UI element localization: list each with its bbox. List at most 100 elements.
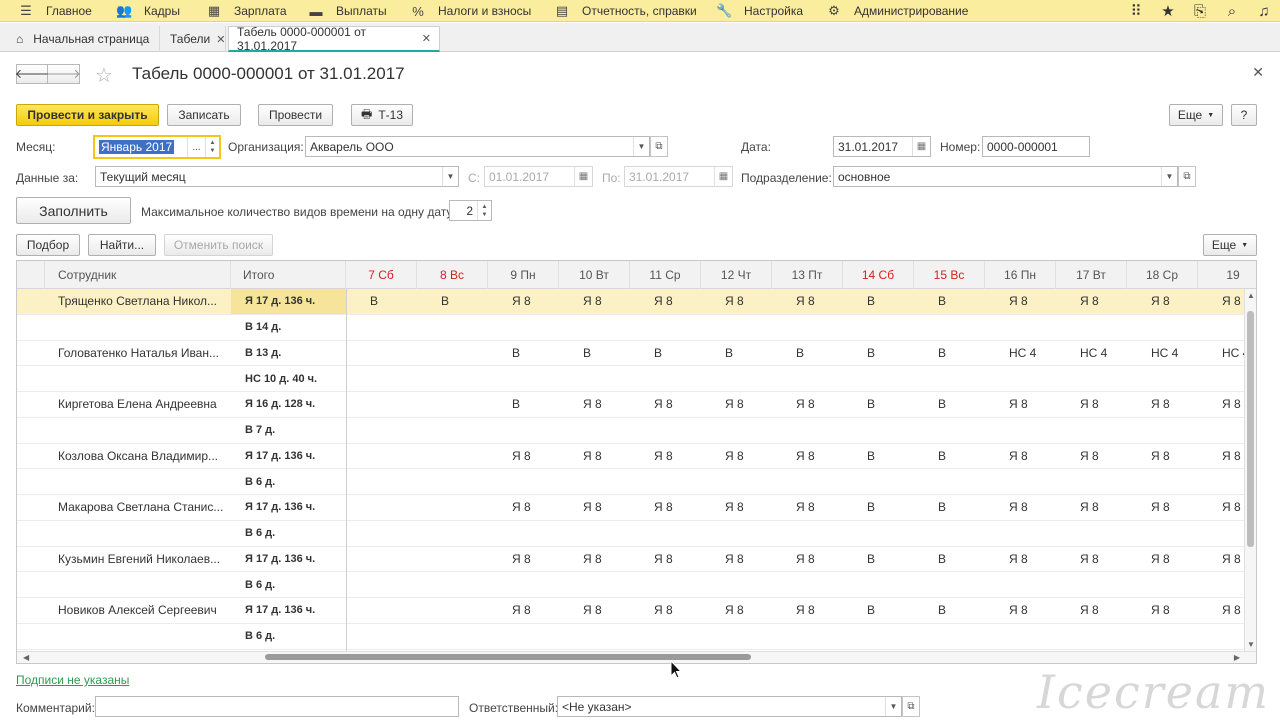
month-field[interactable]: Январь 2017 ... ▲ ▼ bbox=[93, 135, 221, 159]
total-cell[interactable]: В 7 д. bbox=[245, 418, 345, 443]
day-cell[interactable] bbox=[441, 547, 488, 572]
day-cell[interactable]: Я 8 bbox=[1080, 444, 1127, 469]
day-cell[interactable]: Я 8 bbox=[583, 392, 630, 417]
day-cell[interactable]: Я 8 bbox=[1009, 598, 1056, 623]
vertical-scrollbar[interactable]: ▲ ▼ bbox=[1244, 289, 1256, 651]
day-cell[interactable]: Я 8 bbox=[1151, 598, 1198, 623]
history-icon[interactable]: ⎘ bbox=[1184, 3, 1216, 20]
day-cell[interactable]: НС 4 bbox=[1151, 341, 1198, 366]
header-day[interactable]: 9 Пн bbox=[488, 261, 559, 289]
day-cell[interactable]: В bbox=[441, 289, 488, 314]
day-cell[interactable] bbox=[370, 444, 417, 469]
day-cell[interactable]: В bbox=[370, 289, 417, 314]
day-cell[interactable]: В bbox=[512, 341, 559, 366]
horizontal-scrollbar[interactable]: ◀ ▶ bbox=[17, 651, 1256, 663]
menu-item-5[interactable]: ▤ Отчетность, справки bbox=[554, 0, 697, 22]
day-cell[interactable]: В bbox=[725, 341, 772, 366]
day-cell[interactable]: Я 8 bbox=[1009, 289, 1056, 314]
total-cell[interactable]: Я 17 д. 136 ч. bbox=[245, 289, 345, 314]
day-cell[interactable]: Я 8 bbox=[512, 598, 559, 623]
table-row[interactable]: НС 10 д. 40 ч. bbox=[17, 366, 1246, 392]
header-day[interactable]: 18 Ср bbox=[1127, 261, 1198, 289]
post-button[interactable]: Провести bbox=[258, 104, 333, 126]
table-row[interactable]: В 6 д. bbox=[17, 521, 1246, 547]
total-cell[interactable]: Я 17 д. 136 ч. bbox=[245, 598, 345, 623]
employee-name-cell[interactable]: Макарова Светлана Станис... bbox=[58, 495, 228, 520]
day-cell[interactable]: Я 8 bbox=[583, 289, 630, 314]
day-cell[interactable]: Я 8 bbox=[512, 495, 559, 520]
data-for-field[interactable]: Текущий месяц ▼ bbox=[95, 166, 459, 187]
header-employee[interactable]: Сотрудник bbox=[45, 261, 231, 289]
forward-button[interactable]: 🡒 bbox=[46, 64, 81, 84]
open-division-icon[interactable]: ⧉ bbox=[1178, 166, 1196, 187]
day-cell[interactable]: Я 8 bbox=[583, 547, 630, 572]
day-cell[interactable] bbox=[370, 547, 417, 572]
day-cell[interactable]: Я 8 bbox=[1080, 547, 1127, 572]
tab-home[interactable]: ⌂ Начальная страница bbox=[8, 26, 160, 52]
day-cell[interactable]: Я 8 bbox=[654, 495, 701, 520]
table-row[interactable]: Кузьмин Евгений Николаев... Я 17 д. 136 ч… bbox=[17, 547, 1246, 573]
day-cell[interactable]: В bbox=[938, 289, 985, 314]
table-row[interactable]: Козлова Оксана Владимир... Я 17 д. 136 ч.… bbox=[17, 444, 1246, 470]
print-t13-button[interactable]: 🖶 Т-13 bbox=[351, 104, 413, 126]
day-cell[interactable] bbox=[441, 392, 488, 417]
menu-item-7[interactable]: ⚙ Администрирование bbox=[826, 0, 968, 22]
day-cell[interactable]: Я 8 bbox=[583, 598, 630, 623]
total-cell[interactable]: В 6 д. bbox=[245, 624, 345, 649]
day-cell[interactable]: Я 8 bbox=[725, 289, 772, 314]
post-and-close-button[interactable]: Провести и закрыть bbox=[16, 104, 159, 126]
open-responsible-icon[interactable]: ⧉ bbox=[902, 696, 920, 717]
day-cell[interactable]: Я 8 bbox=[796, 547, 843, 572]
spin-up-icon[interactable]: ▲ bbox=[482, 203, 488, 211]
day-cell[interactable]: Я 8 bbox=[1080, 495, 1127, 520]
favorite-star-icon[interactable]: ☆ bbox=[95, 63, 113, 88]
day-cell[interactable]: В bbox=[938, 598, 985, 623]
menu-item-2[interactable]: ▦ Зарплата bbox=[206, 0, 287, 22]
header-total[interactable]: Итого bbox=[231, 261, 346, 289]
day-cell[interactable]: Я 8 bbox=[1151, 392, 1198, 417]
table-row[interactable]: В 7 д. bbox=[17, 418, 1246, 444]
total-cell[interactable]: В 13 д. bbox=[245, 341, 345, 366]
apps-grid-icon[interactable]: ⠿ bbox=[1120, 2, 1152, 20]
day-cell[interactable]: Я 8 bbox=[512, 547, 559, 572]
day-cell[interactable] bbox=[441, 495, 488, 520]
day-cell[interactable]: В bbox=[938, 341, 985, 366]
day-cell[interactable] bbox=[441, 598, 488, 623]
pick-button[interactable]: Подбор bbox=[16, 234, 80, 256]
day-cell[interactable]: Я 8 bbox=[654, 598, 701, 623]
header-day[interactable]: 7 Сб bbox=[346, 261, 417, 289]
day-cell[interactable]: Я 8 bbox=[1009, 392, 1056, 417]
header-day[interactable]: 10 Вт bbox=[559, 261, 630, 289]
day-cell[interactable]: Я 8 bbox=[583, 444, 630, 469]
menu-item-4[interactable]: % Налоги и взносы bbox=[410, 0, 531, 22]
day-cell[interactable]: Я 8 bbox=[1009, 547, 1056, 572]
favorites-star-icon[interactable]: ★ bbox=[1152, 2, 1184, 20]
day-cell[interactable] bbox=[370, 392, 417, 417]
day-cell[interactable]: Я 8 bbox=[512, 444, 559, 469]
day-cell[interactable]: Я 8 bbox=[1151, 547, 1198, 572]
close-icon[interactable]: ✕ bbox=[216, 33, 225, 46]
month-spinner[interactable]: ▲ ▼ bbox=[205, 137, 219, 157]
day-cell[interactable]: В bbox=[867, 444, 914, 469]
select-dots-icon[interactable]: ... bbox=[187, 137, 205, 157]
spin-down-icon[interactable]: ▼ bbox=[482, 211, 488, 219]
day-cell[interactable]: Я 8 bbox=[654, 392, 701, 417]
day-cell[interactable] bbox=[370, 598, 417, 623]
day-cell[interactable]: Я 8 bbox=[725, 547, 772, 572]
header-day[interactable]: 17 Вт bbox=[1056, 261, 1127, 289]
vertical-scroll-thumb[interactable] bbox=[1247, 311, 1254, 547]
day-cell[interactable]: В bbox=[938, 444, 985, 469]
day-cell[interactable]: Я 8 bbox=[725, 392, 772, 417]
day-cell[interactable]: НС 4 bbox=[1080, 341, 1127, 366]
total-cell[interactable]: Я 16 д. 128 ч. bbox=[245, 392, 345, 417]
total-cell[interactable]: Я 17 д. 136 ч. bbox=[245, 444, 345, 469]
table-row[interactable]: Киргетова Елена Андреевна Я 16 д. 128 ч. В… bbox=[17, 392, 1246, 418]
scroll-left-icon[interactable]: ◀ bbox=[23, 653, 29, 662]
day-cell[interactable]: Я 8 bbox=[796, 495, 843, 520]
day-cell[interactable]: Я 8 bbox=[1151, 289, 1198, 314]
day-cell[interactable]: Я 8 bbox=[725, 444, 772, 469]
header-day[interactable]: 8 Вс bbox=[417, 261, 488, 289]
day-cell[interactable]: В bbox=[867, 392, 914, 417]
day-cell[interactable]: Я 8 bbox=[512, 289, 559, 314]
day-cell[interactable]: В bbox=[867, 547, 914, 572]
